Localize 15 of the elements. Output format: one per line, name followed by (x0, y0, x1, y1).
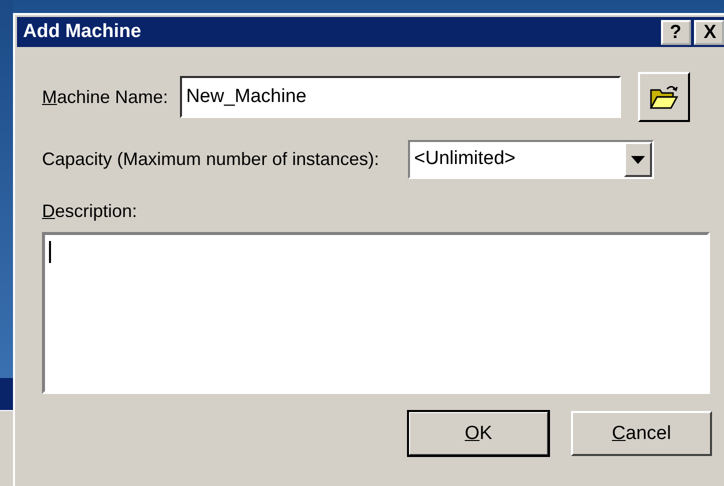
help-button[interactable]: ? (661, 20, 691, 44)
close-button[interactable]: X (694, 20, 724, 44)
browse-button[interactable] (638, 72, 690, 122)
field-label: Description: (42, 201, 138, 222)
capacity-dropdown[interactable]: <Unlimited> (408, 140, 654, 179)
window-title: Add Machine (23, 21, 142, 43)
field-label: Machine Name: (42, 86, 168, 108)
ok-button[interactable]: OK (408, 411, 549, 456)
folder-icon (649, 84, 680, 110)
machine-name-field[interactable]: New_Machine (180, 76, 622, 118)
taskbar-strip (0, 378, 13, 410)
dropdown-arrow-icon (631, 156, 646, 164)
field-label: Capacity (Maximum number of instances): (42, 149, 380, 170)
description-field[interactable] (42, 232, 710, 394)
cancel-button[interactable]: Cancel (571, 411, 712, 456)
